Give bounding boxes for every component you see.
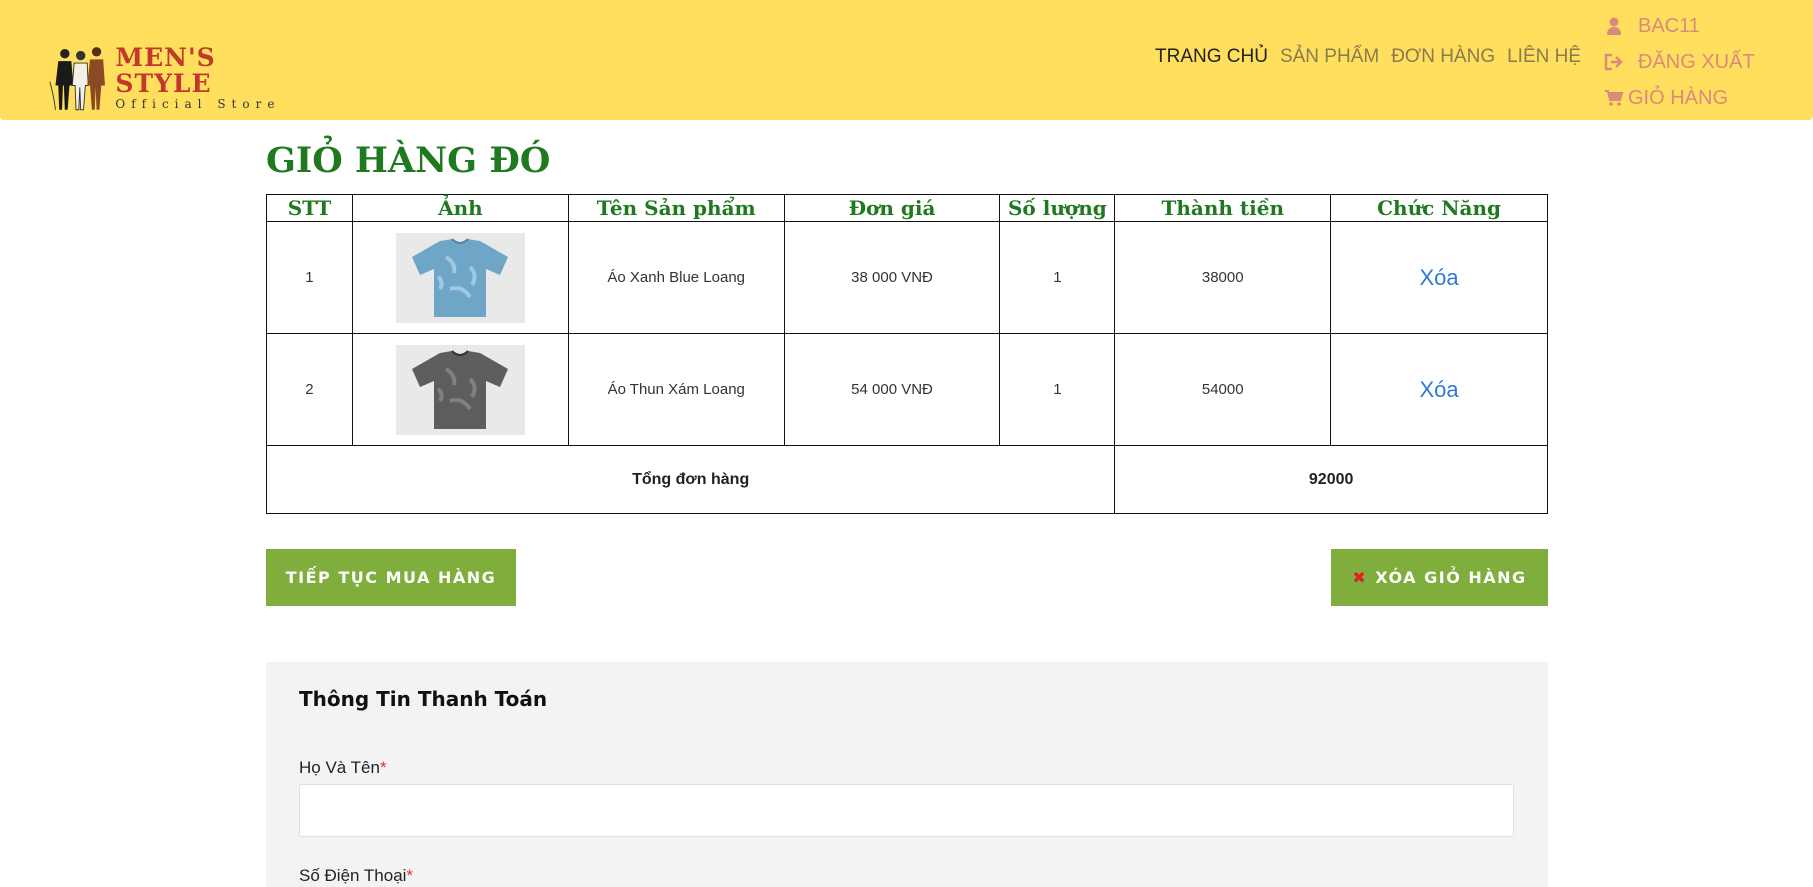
full-name-input[interactable] [299, 784, 1514, 837]
row-subtotal: 38000 [1114, 221, 1332, 334]
col-header-quantity: Số lượng [999, 194, 1116, 222]
row-quantity: 1 [999, 221, 1116, 334]
sign-out-icon [1604, 53, 1623, 71]
row-actions: Xóa [1330, 221, 1548, 334]
col-header-subtotal: Thành tiền [1114, 194, 1332, 222]
col-header-image: Ảnh [351, 194, 569, 222]
delete-item-link[interactable]: Xóa [1419, 265, 1458, 290]
shopping-cart-icon [1605, 90, 1624, 106]
row-unit-price: 54 000 VNĐ [783, 333, 1001, 446]
nav-orders[interactable]: ĐƠN HÀNG [1391, 46, 1495, 68]
blue-tshirt-icon [412, 237, 509, 317]
product-image[interactable] [395, 344, 525, 435]
logout-label: ĐĂNG XUẤT [1638, 50, 1755, 73]
page-title: GIỎ HÀNG ĐÓ [266, 140, 551, 181]
user-icon [1607, 17, 1621, 35]
row-actions: Xóa [1330, 333, 1548, 446]
main-nav: TRANG CHỦ SẢN PHẨM ĐƠN HÀNG LIÊN HỆ [1155, 46, 1581, 68]
logo-text: MEN'S STYLE Official Store [115, 43, 308, 112]
required-marker: * [379, 758, 387, 777]
nav-home[interactable]: TRANG CHỦ [1155, 46, 1268, 68]
total-value: 92000 [1114, 445, 1548, 514]
site-header: MEN'S STYLE Official Store TRANG CHỦ SẢN… [0, 0, 1813, 120]
nav-products[interactable]: SẢN PHẨM [1280, 46, 1379, 68]
table-header-row: STT Ảnh Tên Sản phẩm Đơn giá Số lượng Th… [266, 194, 1548, 222]
product-image[interactable] [395, 232, 525, 323]
table-row: 1 Áo Xanh Blue Loang 38 000 VNĐ 1 38000 … [266, 221, 1548, 334]
store-logo[interactable]: MEN'S STYLE Official Store [48, 42, 308, 114]
row-product-name: Áo Thun Xám Loang [567, 333, 785, 446]
total-label: Tổng đơn hàng [265, 445, 1116, 514]
user-menu: BAC11 ĐĂNG XUẤT GIỎ HÀNG [1604, 8, 1804, 116]
col-header-stt: STT [266, 194, 353, 222]
full-name-label-text: Họ Và Tên [299, 758, 380, 777]
required-marker: * [406, 866, 414, 885]
close-icon: ✖ [1352, 568, 1368, 587]
continue-shopping-button[interactable]: TIẾP TỤC MUA HÀNG [266, 549, 516, 606]
row-stt: 1 [266, 221, 353, 334]
cart-table: STT Ảnh Tên Sản phẩm Đơn giá Số lượng Th… [265, 194, 1548, 514]
logout-link[interactable]: ĐĂNG XUẤT [1604, 44, 1804, 80]
clear-cart-button[interactable]: ✖ XÓA GIỎ HÀNG [1331, 549, 1548, 606]
billing-title: Thông Tin Thanh Toán [299, 687, 548, 711]
phone-label-text: Số Điện Thoại [299, 866, 407, 885]
logo-title: MEN'S STYLE [115, 43, 216, 98]
continue-shopping-label: TIẾP TỤC MUA HÀNG [285, 568, 497, 587]
phone-label: Số Điện Thoại* [299, 866, 413, 886]
total-row: Tổng đơn hàng 92000 [265, 445, 1548, 514]
row-subtotal: 54000 [1114, 333, 1332, 446]
row-image-cell [351, 333, 569, 446]
delete-item-link[interactable]: Xóa [1419, 377, 1458, 402]
col-header-actions: Chức Năng [1330, 194, 1548, 222]
col-header-product-name: Tên Sản phẩm [567, 194, 785, 222]
clear-cart-label: XÓA GIỎ HÀNG [1375, 568, 1527, 587]
row-stt: 2 [266, 333, 353, 446]
cart-label: GIỎ HÀNG [1628, 86, 1729, 109]
user-account-link[interactable]: BAC11 [1604, 8, 1804, 44]
row-quantity: 1 [999, 333, 1116, 446]
row-unit-price: 38 000 VNĐ [783, 221, 1001, 334]
billing-info-panel: Thông Tin Thanh Toán Họ Và Tên* Số Điện … [266, 662, 1548, 887]
cart-link[interactable]: GIỎ HÀNG [1604, 80, 1804, 116]
logo-figures-icon [49, 47, 105, 111]
logo-subtitle: Official Store [115, 97, 281, 111]
row-product-name: Áo Xanh Blue Loang [567, 221, 785, 334]
table-row: 2 Áo Thun Xám Loang 54 000 VNĐ 1 54000 X… [266, 333, 1548, 446]
col-header-unit-price: Đơn giá [783, 194, 1001, 222]
gray-tshirt-icon [412, 349, 509, 429]
username-label: BAC11 [1638, 14, 1700, 37]
nav-contact[interactable]: LIÊN HỆ [1507, 46, 1581, 68]
full-name-label: Họ Và Tên* [299, 758, 387, 778]
row-image-cell [351, 221, 569, 334]
